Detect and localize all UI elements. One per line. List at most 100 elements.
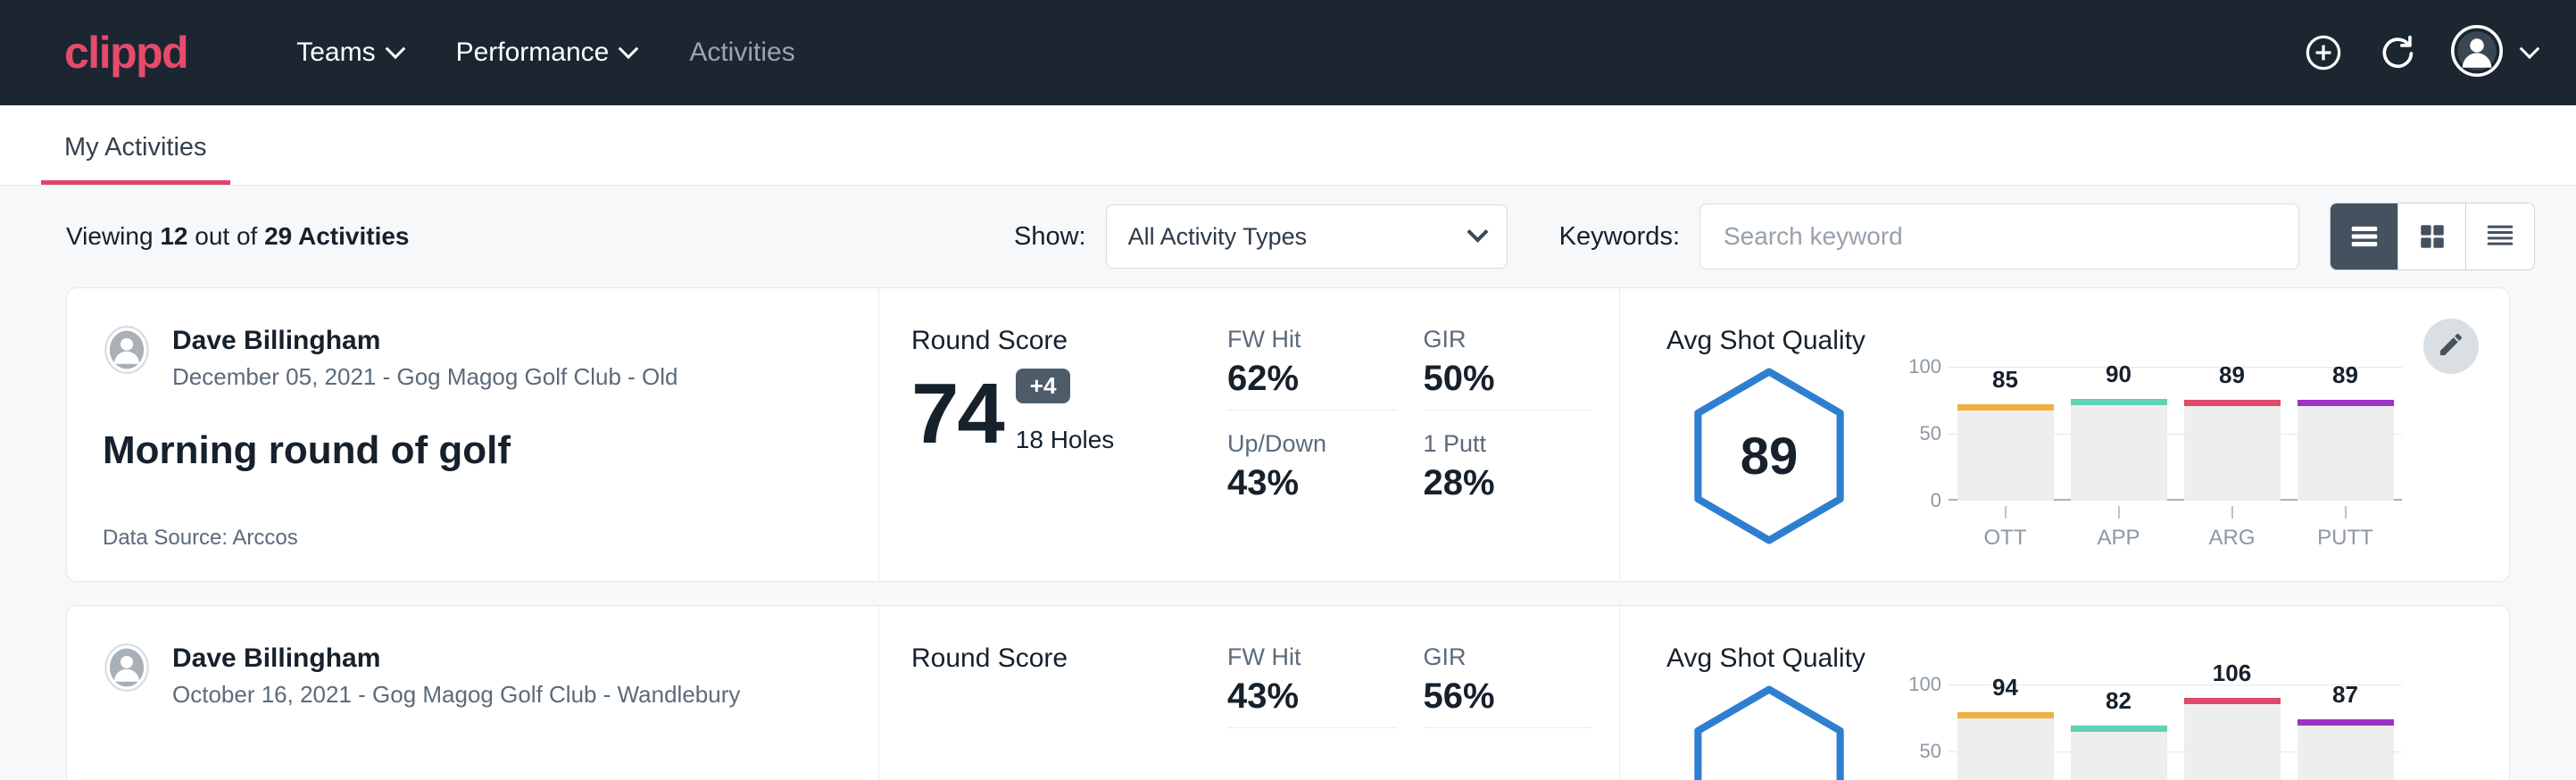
x-label-app: APP xyxy=(2097,526,2140,550)
chevron-down-icon xyxy=(619,38,639,59)
viewing-mid: out of xyxy=(187,222,264,250)
tab-my-activities[interactable]: My Activities xyxy=(41,133,230,185)
x-label-arg: ARG xyxy=(2208,526,2255,550)
activity-author: Dave Billingham December 05, 2021 - Gog … xyxy=(103,326,843,391)
nav-item-activities-label: Activities xyxy=(689,37,794,68)
bar-ott-cap xyxy=(1957,712,2054,718)
chart-bars: 85 90 xyxy=(1949,367,2402,501)
stat-gir-label: GIR xyxy=(1424,326,1593,353)
activity-info-column: Dave Billingham October 16, 2021 - Gog M… xyxy=(67,606,879,780)
activity-author: Dave Billingham October 16, 2021 - Gog M… xyxy=(103,643,843,709)
stat-one-putt-value: 28% xyxy=(1424,463,1593,503)
keywords-label: Keywords: xyxy=(1559,222,1680,252)
x-label-app-wrap: APP xyxy=(2071,506,2167,551)
shot-quality-bar-chart: 100 50 0 85 xyxy=(1872,361,2402,551)
stat-gir-value: 50% xyxy=(1424,359,1593,399)
bar-putt: 89 xyxy=(2298,367,2394,501)
chart-bars: 94 82 xyxy=(1949,685,2402,780)
show-label: Show: xyxy=(1014,222,1086,252)
activity-author-name: Dave Billingham xyxy=(172,643,740,674)
activity-author-text: Dave Billingham December 05, 2021 - Gog … xyxy=(172,326,678,391)
activity-card[interactable]: Dave Billingham December 05, 2021 - Gog … xyxy=(66,287,2510,582)
nav-item-performance[interactable]: Performance xyxy=(429,29,663,77)
stat-gir-value: 56% xyxy=(1424,676,1593,717)
activity-meta: October 16, 2021 - Gog Magog Golf Club -… xyxy=(172,681,740,709)
activity-title: Morning round of golf xyxy=(103,428,843,473)
avg-shot-quality-hexagon xyxy=(1666,679,1872,780)
chart-x-axis: OTT APP ARG PUTT xyxy=(1949,506,2402,551)
viewing-total: 29 Activities xyxy=(264,222,409,250)
bar-putt-cap xyxy=(2298,719,2394,726)
stat-gir-label: GIR xyxy=(1424,643,1593,671)
x-label-arg-wrap: ARG xyxy=(2184,506,2281,551)
stat-gir: GIR 50% xyxy=(1424,326,1593,411)
viewing-prefix: Viewing xyxy=(66,222,160,250)
bar-arg-value: 106 xyxy=(2184,660,2281,687)
top-navigation-bar: clippd Teams Performance Activities xyxy=(0,0,2576,105)
activity-meta: December 05, 2021 - Gog Magog Golf Club … xyxy=(172,363,678,391)
x-label-ott-wrap: OTT xyxy=(1957,506,2054,551)
nav-item-teams[interactable]: Teams xyxy=(270,29,428,77)
x-label-putt: PUTT xyxy=(2317,526,2373,550)
grid-view-button[interactable] xyxy=(2398,203,2466,270)
nav-actions xyxy=(2303,25,2537,81)
avatar xyxy=(103,326,151,378)
account-avatar-icon xyxy=(2451,25,2503,81)
x-label-putt-wrap: PUTT xyxy=(2298,506,2394,551)
avg-shot-quality-label: Avg Shot Quality xyxy=(1666,643,2402,674)
bar-putt-value: 87 xyxy=(2298,681,2394,709)
bar-putt-value: 89 xyxy=(2298,361,2394,389)
stat-up-down-value: 43% xyxy=(1227,463,1397,503)
score-differential-badge: +4 xyxy=(1016,369,1071,403)
activity-card-list: Dave Billingham December 05, 2021 - Gog … xyxy=(0,287,2576,780)
stat-up-down-label: Up/Down xyxy=(1227,430,1397,458)
activity-type-select-value: All Activity Types xyxy=(1128,223,1308,251)
edit-activity-button[interactable] xyxy=(2423,319,2479,374)
round-stats-column: FW Hit 62% GIR 50% Up/Down 43% 1 Putt 28… xyxy=(1201,288,1620,581)
round-score-column: Round Score + xyxy=(879,606,1201,780)
activity-type-select[interactable]: All Activity Types xyxy=(1106,204,1508,269)
plus-circle-icon[interactable] xyxy=(2303,32,2344,73)
round-score-side: +4 18 Holes xyxy=(1016,369,1115,454)
activity-author-text: Dave Billingham October 16, 2021 - Gog M… xyxy=(172,643,740,709)
chart-y-axis: 100 50 0 xyxy=(1902,685,1949,780)
stat-fw-hit-value: 62% xyxy=(1227,359,1397,399)
chevron-down-icon xyxy=(385,38,405,59)
viewing-count: 12 xyxy=(160,222,187,250)
stat-fw-hit-label: FW Hit xyxy=(1227,326,1397,353)
nav-item-activities[interactable]: Activities xyxy=(662,29,821,77)
view-mode-toggle-group xyxy=(2330,203,2535,270)
round-score-side: + xyxy=(977,686,1019,772)
round-stats-column: FW Hit 43% GIR 56% xyxy=(1201,606,1620,780)
refresh-icon[interactable] xyxy=(2378,33,2417,72)
stat-fw-hit-value: 43% xyxy=(1227,676,1397,717)
bar-ott: 85 xyxy=(1957,367,2054,501)
clippd-logo[interactable]: clippd xyxy=(64,30,187,75)
bar-arg-value: 89 xyxy=(2184,361,2281,389)
bar-arg: 106 xyxy=(2184,685,2281,780)
activity-author-name: Dave Billingham xyxy=(172,326,678,356)
compact-view-button[interactable] xyxy=(2466,203,2534,270)
list-view-button[interactable] xyxy=(2331,203,2398,270)
stat-fw-hit: FW Hit 62% xyxy=(1227,326,1397,411)
chevron-down-icon xyxy=(1467,220,1488,242)
y-tick-0: 0 xyxy=(1931,489,1941,512)
stat-gir: GIR 56% xyxy=(1424,643,1593,728)
y-tick-50: 50 xyxy=(1920,740,1941,763)
chart-y-axis: 100 50 0 xyxy=(1902,367,1949,501)
round-score-column: Round Score 74 +4 18 Holes xyxy=(879,288,1201,581)
stat-fw-hit-label: FW Hit xyxy=(1227,643,1397,671)
x-label-ott: OTT xyxy=(1984,526,2027,550)
search-input[interactable] xyxy=(1699,203,2299,270)
round-score-value: 74 xyxy=(911,373,1003,454)
activity-card[interactable]: Dave Billingham October 16, 2021 - Gog M… xyxy=(66,605,2510,780)
avg-shot-quality-label: Avg Shot Quality xyxy=(1666,326,2402,356)
bar-app-cap xyxy=(2071,726,2167,732)
avg-shot-quality-body: 100 50 0 94 xyxy=(1666,679,2402,780)
activity-data-source: Data Source: Arccos xyxy=(103,526,843,551)
bar-arg-cap xyxy=(2184,400,2281,406)
bar-ott-cap xyxy=(1957,404,2054,411)
bar-app: 90 xyxy=(2071,367,2167,501)
tab-my-activities-label: My Activities xyxy=(64,133,207,162)
account-menu[interactable] xyxy=(2451,25,2537,81)
